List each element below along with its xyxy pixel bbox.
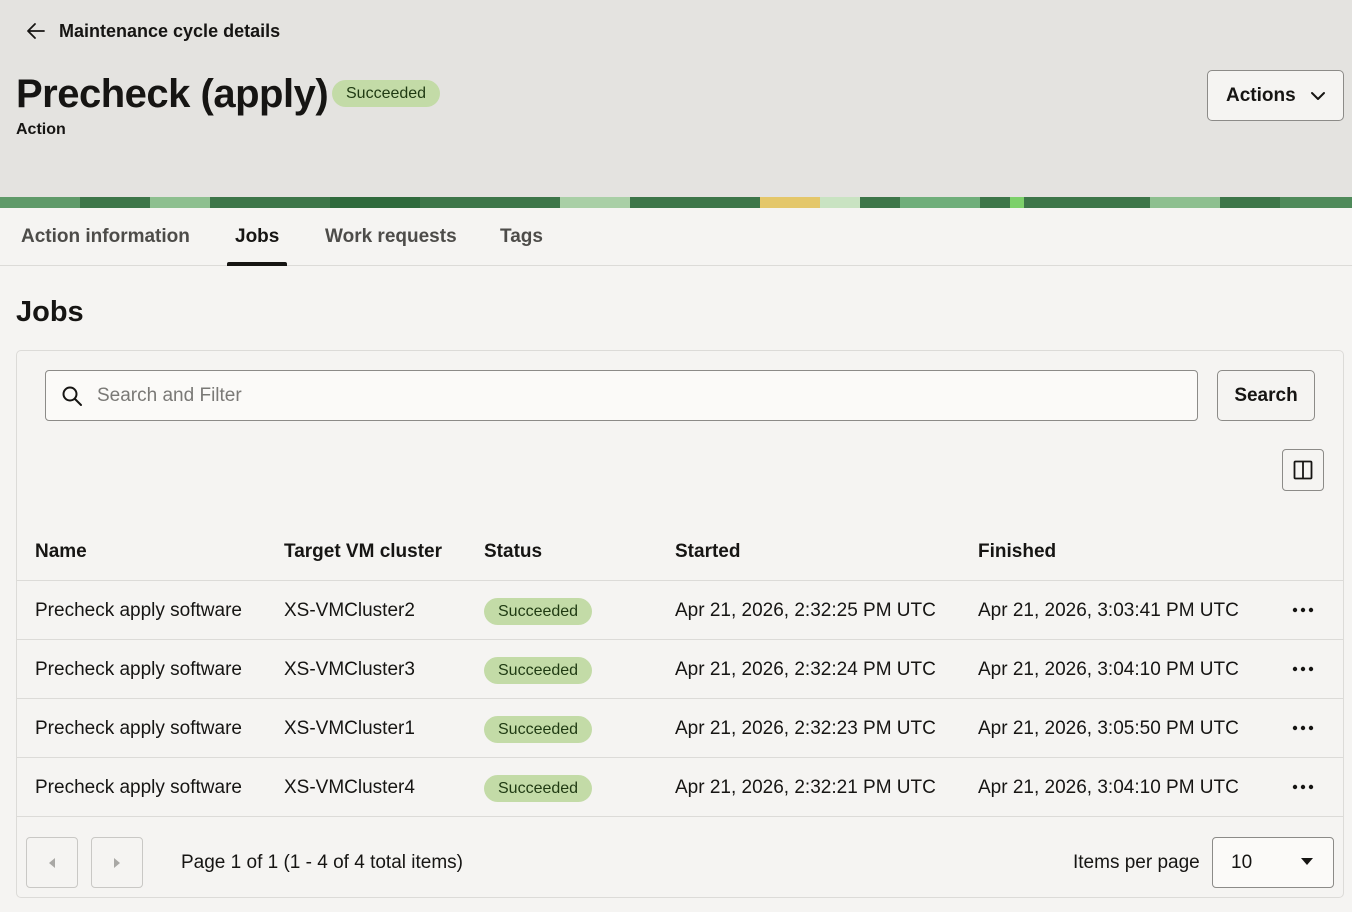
previous-page-button[interactable] <box>26 837 78 888</box>
column-header-target-vm-cluster[interactable]: Target VM cluster <box>284 523 442 581</box>
tab-work-requests[interactable]: Work requests <box>325 208 457 266</box>
caret-down-icon <box>1301 858 1313 865</box>
tab-bar: Action information Jobs Work requests Ta… <box>0 208 1352 266</box>
cell-finished: Apr 21, 2026, 3:04:10 PM UTC <box>978 777 1239 798</box>
cell-target: XS-VMCluster3 <box>284 659 415 680</box>
caret-right-icon <box>114 857 120 868</box>
row-actions-button[interactable] <box>1288 713 1318 743</box>
status-badge: Succeeded <box>484 775 593 802</box>
table-row: Precheck apply software XS-VMCluster1 Su… <box>17 699 1343 758</box>
cell-name: Precheck apply software <box>35 718 242 739</box>
more-horizontal-icon <box>1292 666 1314 672</box>
status-badge: Succeeded <box>484 598 593 625</box>
tab-tags[interactable]: Tags <box>500 208 543 266</box>
column-header-started[interactable]: Started <box>675 523 740 581</box>
cell-started: Apr 21, 2026, 2:32:21 PM UTC <box>675 777 936 798</box>
row-actions-button[interactable] <box>1288 595 1318 625</box>
cell-name: Precheck apply software <box>35 600 242 621</box>
cell-name: Precheck apply software <box>35 659 242 680</box>
actions-button[interactable]: Actions <box>1207 70 1344 121</box>
chevron-down-icon <box>1311 92 1325 100</box>
cell-target: XS-VMCluster4 <box>284 777 415 798</box>
column-header-status[interactable]: Status <box>484 523 542 581</box>
next-page-button[interactable] <box>91 837 143 888</box>
table-row: Precheck apply software XS-VMCluster2 Su… <box>17 581 1343 640</box>
manage-columns-button[interactable] <box>1282 449 1324 491</box>
items-per-page-select[interactable]: 10 <box>1212 837 1334 888</box>
page-header: Maintenance cycle details Precheck (appl… <box>0 0 1352 197</box>
column-header-finished[interactable]: Finished <box>978 523 1056 581</box>
cell-started: Apr 21, 2026, 2:32:23 PM UTC <box>675 718 936 739</box>
more-horizontal-icon <box>1292 725 1314 731</box>
cell-target: XS-VMCluster2 <box>284 600 415 621</box>
columns-icon <box>1293 460 1313 480</box>
column-header-name[interactable]: Name <box>35 523 87 581</box>
cell-started: Apr 21, 2026, 2:32:24 PM UTC <box>675 659 936 680</box>
search-icon <box>62 386 82 406</box>
row-actions-button[interactable] <box>1288 654 1318 684</box>
tab-jobs[interactable]: Jobs <box>226 208 288 266</box>
search-button[interactable]: Search <box>1217 370 1315 421</box>
pagination: Page 1 of 1 (1 - 4 of 4 total items) Ite… <box>17 818 1343 898</box>
search-input[interactable] <box>97 384 1177 407</box>
cell-started: Apr 21, 2026, 2:32:25 PM UTC <box>675 600 936 621</box>
decorative-banner <box>0 197 1352 208</box>
arrow-left-icon <box>27 23 45 39</box>
jobs-panel: Search Name Target VM cluster Status Sta… <box>16 350 1344 898</box>
caret-left-icon <box>49 857 55 868</box>
back-link[interactable]: Maintenance cycle details <box>24 18 280 44</box>
more-horizontal-icon <box>1292 607 1314 613</box>
search-field[interactable] <box>45 370 1198 421</box>
cell-finished: Apr 21, 2026, 3:03:41 PM UTC <box>978 600 1239 621</box>
row-actions-button[interactable] <box>1288 772 1318 802</box>
more-horizontal-icon <box>1292 784 1314 790</box>
tab-action-information[interactable]: Action information <box>21 208 190 266</box>
cell-finished: Apr 21, 2026, 3:04:10 PM UTC <box>978 659 1239 680</box>
items-per-page-value: 10 <box>1231 852 1253 873</box>
pagination-summary: Page 1 of 1 (1 - 4 of 4 total items) <box>181 852 463 873</box>
cell-target: XS-VMCluster1 <box>284 718 415 739</box>
table-row: Precheck apply software XS-VMCluster3 Su… <box>17 640 1343 699</box>
cell-finished: Apr 21, 2026, 3:05:50 PM UTC <box>978 718 1239 739</box>
back-link-label: Maintenance cycle details <box>59 20 281 41</box>
table-row: Precheck apply software XS-VMCluster4 Su… <box>17 758 1343 817</box>
page-title: Precheck (apply) <box>16 72 329 116</box>
table-header: Name Target VM cluster Status Started Fi… <box>17 523 1343 581</box>
page-subtitle: Action <box>16 121 66 138</box>
section-title: Jobs <box>16 296 84 328</box>
actions-button-label: Actions <box>1226 84 1296 106</box>
status-badge: Succeeded <box>484 716 593 743</box>
status-badge: Succeeded <box>332 80 441 107</box>
items-per-page-label: Items per page <box>1073 852 1200 873</box>
status-badge: Succeeded <box>484 657 593 684</box>
cell-name: Precheck apply software <box>35 777 242 798</box>
